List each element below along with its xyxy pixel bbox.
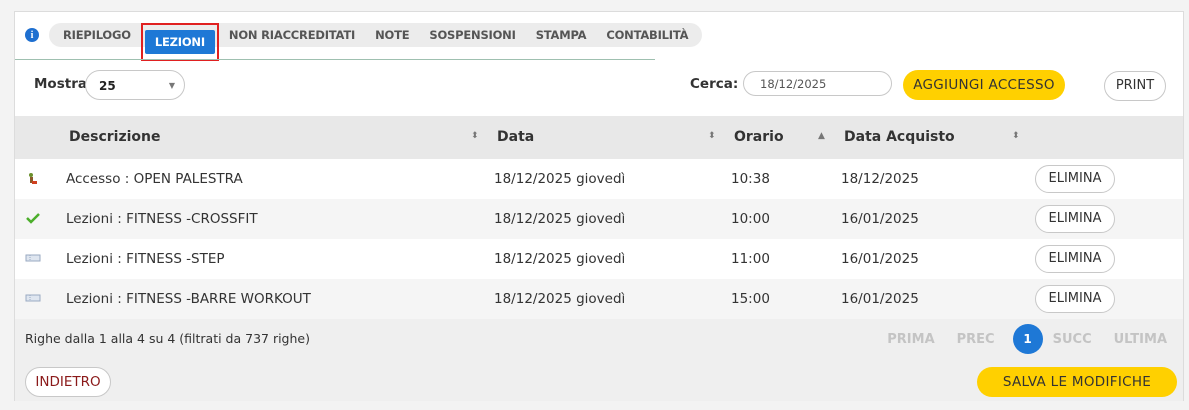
sort-ascending-icon[interactable]: ▲ — [818, 132, 825, 141]
table-footer: Righe dalla 1 alla 4 su 4 (filtrati da 7… — [15, 319, 1183, 401]
back-button[interactable]: INDIETRO — [25, 367, 111, 397]
tab-lezioni-label: LEZIONI — [144, 30, 215, 54]
page-size-select[interactable]: 25 ▼ — [85, 70, 185, 100]
row-description: Lezioni : FITNESS -CROSSFIT — [66, 211, 258, 227]
row-date: 18/12/2025 giovedì — [494, 251, 626, 267]
row-description: Lezioni : FITNESS -BARRE WORKOUT — [66, 291, 311, 307]
table-row: Lezioni : FITNESS -BARRE WORKOUT 18/12/2… — [15, 279, 1183, 319]
row-date: 18/12/2025 giovedì — [494, 171, 626, 187]
tab-highlight-box: LEZIONI — [140, 23, 219, 61]
table-header: Descrizione ⬍ Data ⬍ Orario ▲ Data Acqui… — [15, 116, 1183, 159]
sort-icon[interactable]: ⬍ — [1012, 132, 1020, 141]
pager-first[interactable]: PRIMA — [887, 332, 934, 347]
row-time: 11:00 — [731, 251, 770, 267]
column-header-data[interactable]: Data — [497, 129, 534, 145]
tabs: RIEPILOGO LEZIONI NON RIACCREDITATI NOTE… — [49, 23, 703, 61]
row-time: 10:38 — [731, 171, 770, 187]
column-header-data-acquisto[interactable]: Data Acquisto — [844, 129, 955, 145]
delete-button[interactable]: ELIMINA — [1035, 205, 1115, 233]
page-size-value: 25 — [99, 79, 116, 93]
checkmark-icon — [25, 212, 41, 226]
column-header-descrizione[interactable]: Descrizione — [69, 129, 160, 145]
row-description: Lezioni : FITNESS -STEP — [66, 251, 225, 267]
tab-note[interactable]: NOTE — [365, 23, 419, 47]
table-row: Accesso : OPEN PALESTRA 18/12/2025 giove… — [15, 159, 1183, 199]
sort-icon[interactable]: ⬍ — [471, 132, 479, 141]
delete-button[interactable]: ELIMINA — [1035, 165, 1115, 193]
row-purchase-date: 18/12/2025 — [841, 171, 919, 187]
rows-summary: Righe dalla 1 alla 4 su 4 (filtrati da 7… — [25, 331, 310, 346]
row-purchase-date: 16/01/2025 — [841, 251, 919, 267]
tab-divider — [15, 59, 655, 60]
caret-down-icon: ▼ — [168, 81, 175, 90]
main-panel: i RIEPILOGO LEZIONI NON RIACCREDITATI NO… — [14, 11, 1184, 401]
tab-contabilita[interactable]: CONTABILITÀ — [596, 23, 698, 47]
pager-current-page[interactable]: 1 — [1012, 324, 1043, 354]
table-toolbar: Mostra 25 ▼ Cerca: 18/12/2025 AGGIUNGI A… — [15, 68, 1183, 114]
column-header-orario[interactable]: Orario — [734, 129, 784, 145]
ticket-icon — [25, 292, 41, 306]
pagination: PRIMA PREC 1 SUCC ULTIMA — [865, 324, 1167, 354]
tab-riepilogo[interactable]: RIEPILOGO — [53, 23, 141, 47]
tab-stampa[interactable]: STAMPA — [526, 23, 597, 47]
row-time: 15:00 — [731, 291, 770, 307]
sort-icon[interactable]: ⬍ — [708, 132, 716, 141]
person-walking-icon — [25, 172, 41, 186]
tab-lezioni[interactable]: LEZIONI — [140, 23, 219, 61]
add-access-button[interactable]: AGGIUNGI ACCESSO — [903, 70, 1065, 100]
tab-sospensioni[interactable]: SOSPENSIONI — [419, 23, 525, 47]
row-purchase-date: 16/01/2025 — [841, 211, 919, 227]
table-row: Lezioni : FITNESS -CROSSFIT 18/12/2025 g… — [15, 199, 1183, 239]
pager-next[interactable]: SUCC — [1053, 332, 1092, 347]
delete-button[interactable]: ELIMINA — [1035, 245, 1115, 273]
row-date: 18/12/2025 giovedì — [494, 211, 626, 227]
ticket-icon — [25, 252, 41, 266]
search-input[interactable]: 18/12/2025 — [743, 71, 892, 96]
pager-last[interactable]: ULTIMA — [1114, 332, 1167, 347]
table-row: Lezioni : FITNESS -STEP 18/12/2025 giove… — [15, 239, 1183, 279]
show-label: Mostra — [34, 76, 87, 92]
delete-button[interactable]: ELIMINA — [1035, 285, 1115, 313]
row-description: Accesso : OPEN PALESTRA — [66, 171, 243, 187]
row-time: 10:00 — [731, 211, 770, 227]
row-date: 18/12/2025 giovedì — [494, 291, 626, 307]
tab-non-riaccreditati[interactable]: NON RIACCREDITATI — [219, 23, 365, 47]
print-button[interactable]: PRINT — [1104, 71, 1166, 101]
save-changes-button[interactable]: SALVA LE MODIFICHE — [977, 367, 1177, 397]
row-purchase-date: 16/01/2025 — [841, 291, 919, 307]
info-icon[interactable]: i — [25, 28, 39, 42]
pager-prev[interactable]: PREC — [957, 332, 995, 347]
tab-bar: i RIEPILOGO LEZIONI NON RIACCREDITATI NO… — [25, 22, 703, 61]
search-label: Cerca: — [690, 76, 739, 92]
